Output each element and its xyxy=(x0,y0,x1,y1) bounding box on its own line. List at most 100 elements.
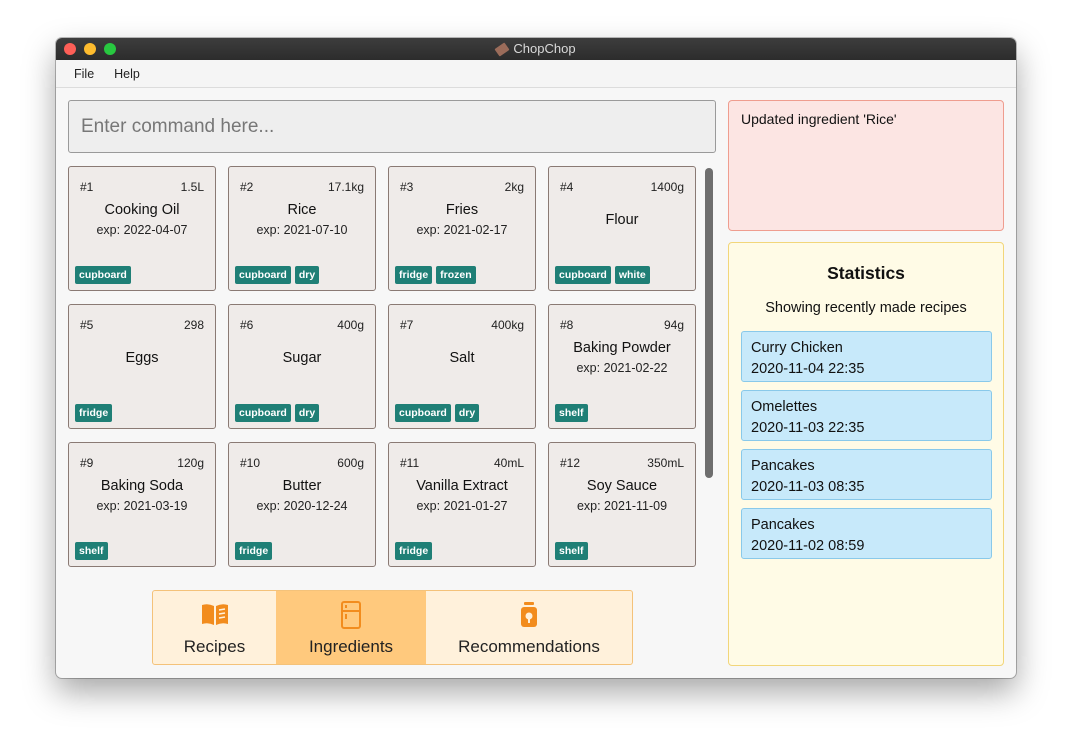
ingredient-name: Butter xyxy=(282,478,322,494)
ingredient-index: #5 xyxy=(80,318,94,332)
ingredient-quantity: 2kg xyxy=(504,180,524,194)
ingredient-expiry: exp: 2021-02-22 xyxy=(576,361,668,375)
ingredient-expiry: exp: 2021-03-19 xyxy=(96,499,188,513)
ingredient-tag: cupboard xyxy=(235,404,291,422)
recent-recipe-item: Pancakes 2020-11-03 08:35 xyxy=(741,449,992,500)
ingredient-tag: cupboard xyxy=(75,266,131,284)
ingredient-quantity: 350mL xyxy=(647,456,684,470)
ingredient-tag: frozen xyxy=(436,266,476,284)
ingredient-card[interactable]: #3 2kg Fries exp: 2021-02-17 fridge frozen xyxy=(388,166,536,291)
ingredient-tags: cupboard dry xyxy=(235,266,320,284)
app-icon xyxy=(494,41,510,57)
ingredient-tags: fridge frozen xyxy=(395,266,476,284)
ingredient-expiry: exp: 2021-11-09 xyxy=(576,499,668,513)
minimize-window-button[interactable] xyxy=(84,43,96,55)
recent-recipe-name: Omelettes xyxy=(751,399,818,415)
ingredient-index: #2 xyxy=(240,180,254,194)
menu-file[interactable]: File xyxy=(74,67,94,81)
command-input[interactable]: Enter command here... xyxy=(68,100,716,153)
ingredient-index: #3 xyxy=(400,180,414,194)
menu-help[interactable]: Help xyxy=(114,67,140,81)
ingredient-card[interactable]: #4 1400g Flour cupboard white xyxy=(548,166,696,291)
ingredient-name: Cooking Oil xyxy=(104,202,180,218)
ingredient-expiry: exp: 2022-04-07 xyxy=(96,223,188,237)
recent-recipe-item: Pancakes 2020-11-02 08:59 xyxy=(741,508,992,559)
tab-recommendations[interactable]: Recommendations xyxy=(426,591,632,664)
ingredient-name: Flour xyxy=(605,212,639,228)
ingredient-card[interactable]: #5 298 Eggs fridge xyxy=(68,304,216,429)
statistics-subtitle: Showing recently made recipes xyxy=(765,300,967,316)
ingredient-name: Rice xyxy=(287,202,317,218)
ingredient-quantity: 1.5L xyxy=(180,180,204,194)
ingredient-index: #4 xyxy=(560,180,574,194)
book-icon xyxy=(200,601,230,632)
ingredient-index: #8 xyxy=(560,318,574,332)
ingredient-name: Vanilla Extract xyxy=(416,478,508,494)
ingredient-index: #7 xyxy=(400,318,414,332)
ingredient-name: Eggs xyxy=(125,350,159,366)
ingredient-tags: shelf xyxy=(555,542,588,560)
lightbulb-icon xyxy=(518,601,540,634)
ingredient-tag: dry xyxy=(294,404,320,422)
ingredient-quantity: 1400g xyxy=(650,180,684,194)
ingredient-name: Baking Soda xyxy=(100,478,184,494)
tab-label: Recommendations xyxy=(458,637,600,656)
tab-ingredients[interactable]: Ingredients xyxy=(276,591,426,664)
title-bar: ChopChop xyxy=(56,38,1016,60)
ingredient-index: #12 xyxy=(560,456,581,470)
close-window-button[interactable] xyxy=(64,43,76,55)
feedback-box: Updated ingredient 'Rice' xyxy=(728,100,1004,231)
ingredient-tag: shelf xyxy=(75,542,108,560)
tab-recipes[interactable]: Recipes xyxy=(153,591,276,664)
recent-recipe-name: Curry Chicken xyxy=(751,340,843,356)
ingredient-card[interactable]: #9 120g Baking Soda exp: 2021-03-19 shelf xyxy=(68,442,216,567)
recent-recipe-item: Omelettes 2020-11-03 22:35 xyxy=(741,390,992,441)
ingredient-quantity: 120g xyxy=(177,456,204,470)
tab-label: Recipes xyxy=(183,637,246,656)
ingredient-index: #6 xyxy=(240,318,254,332)
window-title: ChopChop xyxy=(513,41,576,56)
ingredient-tags: fridge xyxy=(235,542,273,560)
ingredient-expiry: exp: 2021-01-27 xyxy=(416,499,508,513)
menu-bar: File Help xyxy=(56,60,1016,88)
ingredient-card[interactable]: #11 40mL Vanilla Extract exp: 2021-01-27 fri… xyxy=(388,442,536,567)
ingredient-card[interactable]: #7 400kg Salt cupboard dry xyxy=(388,304,536,429)
recent-recipe-name: Pancakes xyxy=(751,517,815,533)
ingredient-quantity: 94g xyxy=(663,318,684,332)
ingredient-quantity: 400g xyxy=(337,318,364,332)
tab-label: Ingredients xyxy=(308,637,394,656)
recent-recipe-name: Pancakes xyxy=(751,458,815,474)
ingredient-card[interactable]: #8 94g Baking Powder exp: 2021-02-22 shelf xyxy=(548,304,696,429)
statistics-title: Statistics xyxy=(827,263,905,283)
ingredient-tags: shelf xyxy=(75,542,108,560)
recent-recipe-item: Curry Chicken 2020-11-04 22:35 xyxy=(741,331,992,382)
ingredient-card[interactable]: #10 600g Butter exp: 2020-12-24 fridge xyxy=(228,442,376,567)
ingredient-tag: fridge xyxy=(395,542,433,560)
recent-recipe-time: 2020-11-03 22:35 xyxy=(751,420,865,436)
ingredient-tags: cupboard white xyxy=(555,266,650,284)
ingredient-tag: white xyxy=(614,266,650,284)
ingredient-scrollbar[interactable] xyxy=(705,168,713,478)
ingredient-quantity: 298 xyxy=(183,318,204,332)
ingredient-tags: shelf xyxy=(555,404,588,422)
feedback-message: Updated ingredient 'Rice' xyxy=(741,111,897,127)
ingredient-expiry: exp: 2020-12-24 xyxy=(256,499,348,513)
ingredient-card[interactable]: #12 350mL Soy Sauce exp: 2021-11-09 shelf xyxy=(548,442,696,567)
ingredient-quantity: 40mL xyxy=(493,456,524,470)
ingredient-tag: shelf xyxy=(555,404,588,422)
ingredient-expiry: exp: 2021-07-10 xyxy=(256,223,348,237)
ingredient-quantity: 400kg xyxy=(491,318,524,332)
ingredient-card[interactable]: #1 1.5L Cooking Oil exp: 2022-04-07 cupboard xyxy=(68,166,216,291)
ingredient-tags: cupboard dry xyxy=(235,404,320,422)
ingredient-expiry: exp: 2021-02-17 xyxy=(416,223,508,237)
ingredient-name: Soy Sauce xyxy=(586,478,658,494)
ingredient-tag: cupboard xyxy=(555,266,611,284)
fridge-icon xyxy=(340,601,362,634)
ingredient-card[interactable]: #2 17.1kg Rice exp: 2021-07-10 cupboard dry xyxy=(228,166,376,291)
ingredient-tags: cupboard dry xyxy=(395,404,480,422)
ingredient-tag: dry xyxy=(454,404,480,422)
zoom-window-button[interactable] xyxy=(104,43,116,55)
ingredient-card[interactable]: #6 400g Sugar cupboard dry xyxy=(228,304,376,429)
ingredient-name: Salt xyxy=(449,350,475,366)
ingredient-tags: fridge xyxy=(395,542,433,560)
